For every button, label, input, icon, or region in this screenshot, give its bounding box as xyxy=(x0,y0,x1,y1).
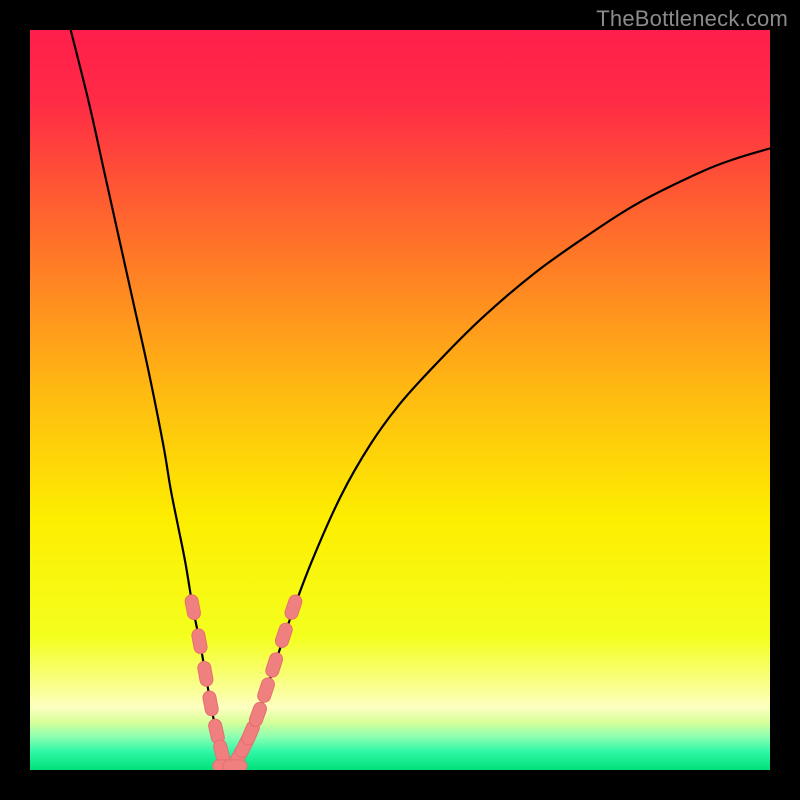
plot-area xyxy=(30,30,770,770)
data-pill xyxy=(264,651,284,679)
data-pill xyxy=(191,628,208,655)
data-pill xyxy=(197,660,214,687)
data-pill xyxy=(202,690,219,717)
chart-overlay xyxy=(30,30,770,770)
curve-right xyxy=(230,148,770,768)
data-pill xyxy=(248,701,269,729)
data-pill xyxy=(184,594,202,621)
data-pill xyxy=(274,621,294,649)
watermark-text: TheBottleneck.com xyxy=(596,6,788,32)
data-pill xyxy=(256,676,276,704)
chart-frame: TheBottleneck.com xyxy=(0,0,800,800)
data-pill xyxy=(283,593,303,621)
data-pill xyxy=(223,760,247,770)
curve-left xyxy=(71,30,230,769)
data-markers xyxy=(184,593,304,770)
